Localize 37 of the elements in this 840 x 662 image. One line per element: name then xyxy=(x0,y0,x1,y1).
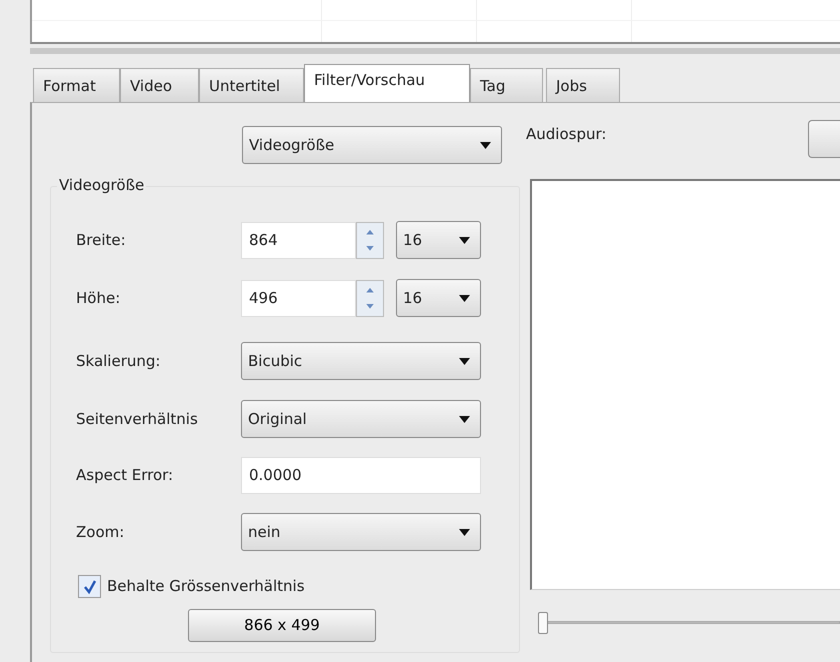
checkbox[interactable] xyxy=(78,575,101,598)
dropdown-arrow-icon xyxy=(459,528,470,536)
spin-buttons[interactable] xyxy=(356,280,384,316)
dropdown-arrow-icon xyxy=(459,294,470,302)
slider-track[interactable] xyxy=(539,612,840,634)
spin-buttons[interactable] xyxy=(356,222,384,258)
dropdown[interactable]: Bicubic xyxy=(241,342,481,380)
field-label: Seitenverhältnis xyxy=(76,408,199,430)
slider-thumb[interactable] xyxy=(538,612,548,634)
dropdown-arrow-icon xyxy=(459,358,470,364)
dropdown-arrow-icon xyxy=(480,142,491,148)
number-field[interactable]: 864 xyxy=(241,222,356,258)
tab[interactable]: Tag xyxy=(470,68,543,102)
dropdown[interactable]: Videogröße xyxy=(242,126,502,164)
dropdown[interactable]: Original xyxy=(241,400,481,438)
dropdown[interactable]: nein xyxy=(241,513,481,551)
tab[interactable]: Untertitel xyxy=(199,68,304,102)
audio-track-button[interactable] xyxy=(808,120,840,158)
tab[interactable]: Format xyxy=(33,68,120,102)
dropdown[interactable]: 16 xyxy=(396,279,481,317)
tab[interactable]: Jobs xyxy=(546,68,620,102)
checkmark-icon xyxy=(82,578,98,594)
dropdown[interactable]: 16 xyxy=(396,221,481,259)
text-field[interactable]: 0.0000 xyxy=(241,457,481,494)
field-label: Audiospur: xyxy=(526,124,606,145)
tab[interactable]: Video xyxy=(120,68,199,102)
number-field[interactable]: 496 xyxy=(241,280,356,316)
field-label: Zoom: xyxy=(76,522,126,543)
field-label: Höhe: xyxy=(76,288,122,309)
checkbox-label: Behalte Grössenverhältnis xyxy=(107,576,305,598)
dropdown-arrow-icon xyxy=(459,416,470,422)
size-button[interactable]: 866 x 499 xyxy=(188,609,376,642)
tab[interactable]: Filter/Vorschau xyxy=(304,64,470,102)
field-label: Breite: xyxy=(76,230,127,251)
field-label: Aspect Error: xyxy=(76,465,174,486)
dropdown-arrow-icon xyxy=(459,236,470,244)
field-label: Skalierung: xyxy=(76,350,162,372)
